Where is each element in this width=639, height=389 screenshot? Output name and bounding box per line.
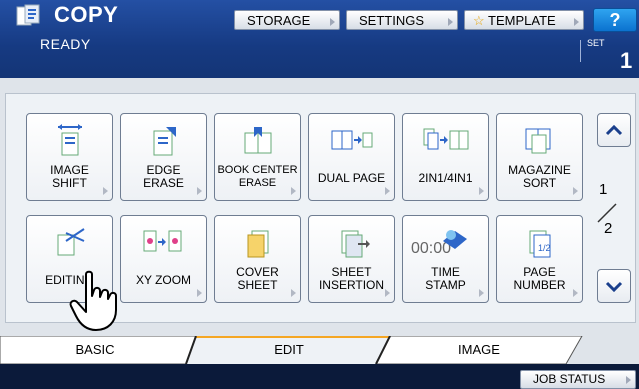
cover-sheet-button[interactable]: COVER SHEET xyxy=(214,215,301,303)
storage-button-label: STORAGE xyxy=(247,13,311,28)
edge-erase-label: EDGE ERASE xyxy=(143,163,184,190)
star-icon: ☆ xyxy=(473,13,485,28)
set-label: SET xyxy=(587,38,605,48)
help-button[interactable]: ? xyxy=(593,8,637,32)
dual-page-button[interactable]: DUAL PAGE xyxy=(308,113,395,201)
chevron-right-icon xyxy=(573,187,578,195)
editing-icon xyxy=(57,228,85,256)
set-count: 1 xyxy=(620,48,633,73)
chevron-right-icon xyxy=(448,18,453,26)
page-title: COPY xyxy=(54,2,119,27)
book-center-erase-label: BOOK CENTER ERASE xyxy=(217,164,298,189)
edge-erase-button[interactable]: EDGE ERASE xyxy=(120,113,207,201)
sheet-insertion-button[interactable]: SHEET INSERTION xyxy=(308,215,395,303)
page-total: 2 xyxy=(604,220,613,237)
hand-pointer-icon xyxy=(69,270,117,331)
image-shift-label: IMAGE SHIFT xyxy=(50,163,89,190)
time-stamp-label: TIME STAMP xyxy=(425,265,466,292)
tab-image[interactable]: IMAGE xyxy=(384,336,574,364)
sheet-insertion-icon xyxy=(341,230,370,258)
template-button[interactable]: ☆ TEMPLATE xyxy=(464,10,584,30)
chevron-right-icon xyxy=(479,187,484,195)
magazine-sort-label: MAGAZINE SORT xyxy=(508,163,571,190)
xy-zoom-button[interactable]: XY ZOOM xyxy=(120,215,207,303)
divider xyxy=(580,40,581,62)
svg-text:1/2: 1/2 xyxy=(538,243,551,253)
job-status-label: JOB STATUS xyxy=(533,372,606,386)
job-status-button[interactable]: JOB STATUS xyxy=(520,370,636,389)
image-shift-button[interactable]: IMAGE SHIFT xyxy=(26,113,113,201)
xy-zoom-label: XY ZOOM xyxy=(135,273,192,287)
chevron-right-icon xyxy=(573,289,578,297)
page-number-button[interactable]: 1/2 PAGE NUMBER xyxy=(496,215,583,303)
page-current: 1 xyxy=(599,181,608,198)
chevron-right-icon xyxy=(330,18,335,26)
chevron-right-icon xyxy=(291,187,296,195)
chevron-right-icon xyxy=(479,289,484,297)
dual-page-icon xyxy=(331,130,372,150)
magazine-sort-icon xyxy=(525,128,550,154)
chevron-right-icon xyxy=(291,289,296,297)
chevron-right-icon xyxy=(103,187,108,195)
sheet-insertion-label: SHEET INSERTION xyxy=(318,265,385,292)
bottom-bar: JOB STATUS xyxy=(0,364,639,389)
tab-basic[interactable]: BASIC xyxy=(0,336,190,364)
chevron-right-icon xyxy=(385,289,390,297)
top-bar: COPY STORAGE SETTINGS ☆ TEMPLATE ? READY… xyxy=(0,0,639,78)
2in1-4in1-label: 2IN1/4IN1 xyxy=(418,171,473,185)
tab-edit[interactable]: EDIT xyxy=(194,336,384,364)
settings-button[interactable]: SETTINGS xyxy=(346,10,458,30)
chevron-right-icon xyxy=(197,187,202,195)
tab-bar: BASIC EDIT IMAGE xyxy=(0,336,639,364)
page-number-label: PAGE NUMBER xyxy=(513,265,566,292)
chevron-up-icon xyxy=(605,124,623,136)
settings-button-label: SETTINGS xyxy=(359,13,425,28)
chevron-down-icon xyxy=(605,281,623,293)
chevron-right-icon xyxy=(626,376,631,384)
dual-page-label: DUAL PAGE xyxy=(317,171,386,185)
book-center-erase-button[interactable]: BOOK CENTER ERASE xyxy=(214,113,301,201)
scroll-up-button[interactable] xyxy=(597,113,631,147)
chevron-right-icon xyxy=(574,18,579,26)
scroll-down-button[interactable] xyxy=(597,269,631,303)
xy-zoom-icon xyxy=(143,230,181,252)
edge-erase-icon xyxy=(153,127,176,156)
time-stamp-button[interactable]: 00:00 TIME STAMP xyxy=(402,215,489,303)
page-number-icon: 1/2 xyxy=(529,230,551,258)
copy-app-icon xyxy=(16,4,40,26)
template-button-label: TEMPLATE xyxy=(488,13,556,28)
time-stamp-icon xyxy=(443,230,468,249)
book-center-erase-icon xyxy=(244,127,271,154)
image-shift-icon xyxy=(57,124,82,156)
chevron-right-icon xyxy=(197,289,202,297)
2in1-4in1-button[interactable]: 2IN1/4IN1 xyxy=(402,113,489,201)
magazine-sort-button[interactable]: MAGAZINE SORT xyxy=(496,113,583,201)
2in1-4in1-icon xyxy=(423,128,468,150)
status-text: READY xyxy=(40,36,91,52)
storage-button[interactable]: STORAGE xyxy=(234,10,340,30)
cover-sheet-label: COVER SHEET xyxy=(236,265,279,292)
cover-sheet-icon xyxy=(247,230,268,258)
chevron-right-icon xyxy=(385,187,390,195)
